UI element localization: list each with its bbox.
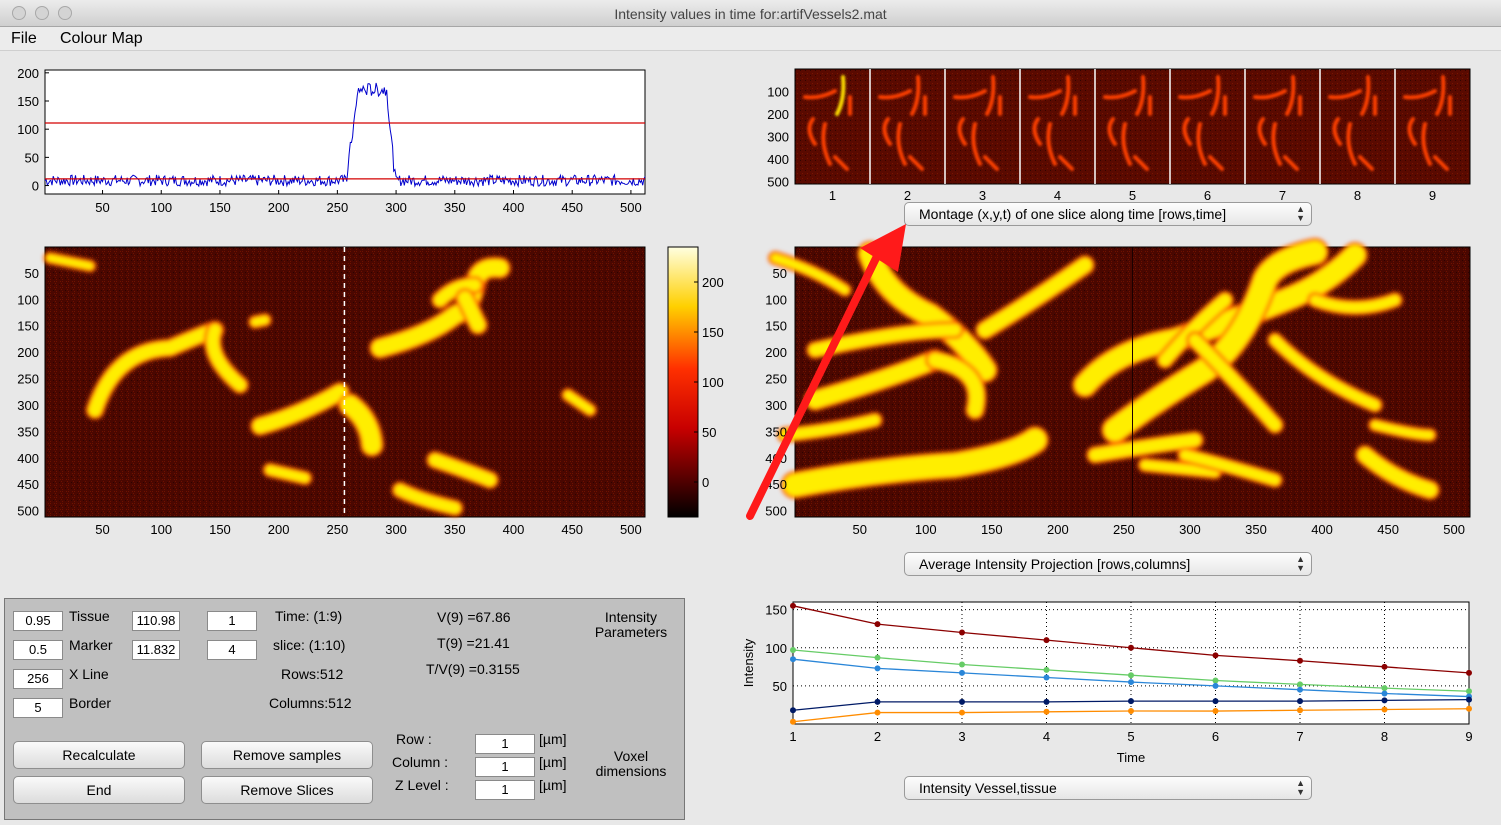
ratio-value: T/V(9) =0.3155 <box>426 661 520 677</box>
data-point <box>1043 637 1050 644</box>
control-panel: 0.95 Tissue 110.98 0.5 Marker 11.832 256… <box>4 598 685 820</box>
intensity-parameters-label: Intensity Parameters <box>594 609 668 640</box>
rows-label: Rows:512 <box>281 666 344 682</box>
data-point <box>790 656 796 663</box>
data-point <box>874 654 881 661</box>
x-tick-label: 6 <box>1212 729 1219 744</box>
z-level-unit: [µm] <box>539 777 567 793</box>
x-tick-label: 5 <box>1127 729 1134 744</box>
row-label: Row : <box>396 731 432 747</box>
data-point <box>874 698 881 705</box>
data-point <box>1212 698 1219 705</box>
chart-dropdown-value: Intensity Vessel,tissue <box>919 780 1057 796</box>
data-point <box>790 647 796 654</box>
data-point <box>1381 697 1388 704</box>
data-point <box>1043 708 1050 715</box>
data-point <box>1381 706 1388 713</box>
data-point <box>959 661 965 668</box>
data-point <box>874 709 881 716</box>
border-label: Border <box>69 695 112 711</box>
data-point <box>874 665 881 672</box>
data-point <box>790 707 796 714</box>
z-level-size-input[interactable]: 1 <box>475 780 535 800</box>
data-point <box>1466 696 1472 703</box>
data-point <box>959 698 965 705</box>
data-point <box>1043 666 1050 673</box>
data-point <box>1128 708 1134 715</box>
marker-threshold-input[interactable]: 11.832 <box>132 640 180 660</box>
chart-dropdown[interactable]: Intensity Vessel,tissue ▲ ▼ <box>904 776 1312 800</box>
x-line-input[interactable]: 256 <box>13 669 63 689</box>
data-point <box>1212 652 1219 659</box>
data-point <box>959 629 965 636</box>
data-point <box>1128 679 1134 686</box>
data-point <box>959 709 965 716</box>
marker-label: Marker <box>69 637 113 653</box>
z-level-label: Z Level : <box>395 777 449 793</box>
remove-slices-button[interactable]: Remove Slices <box>201 776 373 804</box>
data-point <box>874 621 881 628</box>
data-point <box>1297 657 1303 664</box>
remove-samples-button[interactable]: Remove samples <box>201 741 373 769</box>
data-point <box>1381 690 1388 697</box>
time-input[interactable]: 1 <box>207 611 257 631</box>
voxel-dimensions-label: Voxel dimensions <box>595 748 667 779</box>
x-line-label: X Line <box>69 666 109 682</box>
border-input[interactable]: 5 <box>13 698 63 718</box>
x-tick-label: 3 <box>958 729 965 744</box>
recalculate-button[interactable]: Recalculate <box>13 741 185 769</box>
data-point <box>1212 708 1219 715</box>
data-point <box>790 602 796 609</box>
x-tick-label: 2 <box>874 729 881 744</box>
data-point <box>1466 688 1472 695</box>
data-point <box>1381 663 1388 670</box>
tissue-threshold-input[interactable]: 110.98 <box>132 611 180 631</box>
x-tick-label: 8 <box>1381 729 1388 744</box>
y-axis-label: Intensity <box>741 638 756 687</box>
data-point <box>1043 674 1050 681</box>
vessel-intensity-value: V(9) =67.86 <box>437 609 511 625</box>
x-tick-label: 9 <box>1465 729 1472 744</box>
x-tick-label: 1 <box>789 729 796 744</box>
data-point <box>1297 698 1303 705</box>
intensity-time-chart: 1 2 3 4 5 6 7 8 9 150 100 50 Time Intensity <box>741 601 1473 765</box>
time-label: Time: (1:9) <box>275 608 343 624</box>
data-point <box>1128 672 1134 679</box>
data-point <box>1128 698 1134 705</box>
data-point <box>1212 682 1219 689</box>
y-tick-label: 50 <box>773 679 787 694</box>
x-axis-label: Time <box>1117 750 1145 765</box>
data-point <box>1043 698 1050 705</box>
marker-input[interactable]: 0.5 <box>13 640 63 660</box>
data-point <box>1297 707 1303 714</box>
tissue-input[interactable]: 0.95 <box>13 611 63 631</box>
data-point <box>1381 685 1388 692</box>
y-tick-label: 150 <box>765 603 787 618</box>
slice-label: slice: (1:10) <box>273 637 346 653</box>
end-button[interactable]: End <box>13 776 185 804</box>
row-unit: [µm] <box>539 731 567 747</box>
data-point <box>790 718 796 725</box>
slice-input[interactable]: 4 <box>207 640 257 660</box>
column-size-input[interactable]: 1 <box>475 757 535 777</box>
data-point <box>1466 705 1472 712</box>
data-point <box>1466 669 1472 676</box>
data-point <box>1128 644 1134 651</box>
y-tick-label: 100 <box>765 641 787 656</box>
columns-label: Columns:512 <box>269 695 352 711</box>
dropdown-arrows-icon: ▲ ▼ <box>1296 778 1305 797</box>
data-point <box>959 669 965 676</box>
data-point <box>1297 681 1303 688</box>
row-size-input[interactable]: 1 <box>475 734 535 754</box>
x-tick-label: 7 <box>1296 729 1303 744</box>
data-point <box>1297 686 1303 693</box>
column-label: Column : <box>392 754 449 770</box>
x-tick-label: 4 <box>1043 729 1050 744</box>
tissue-intensity-value: T(9) =21.41 <box>437 635 510 651</box>
data-point <box>1212 677 1219 684</box>
tissue-label: Tissue <box>69 608 110 624</box>
column-unit: [µm] <box>539 754 567 770</box>
